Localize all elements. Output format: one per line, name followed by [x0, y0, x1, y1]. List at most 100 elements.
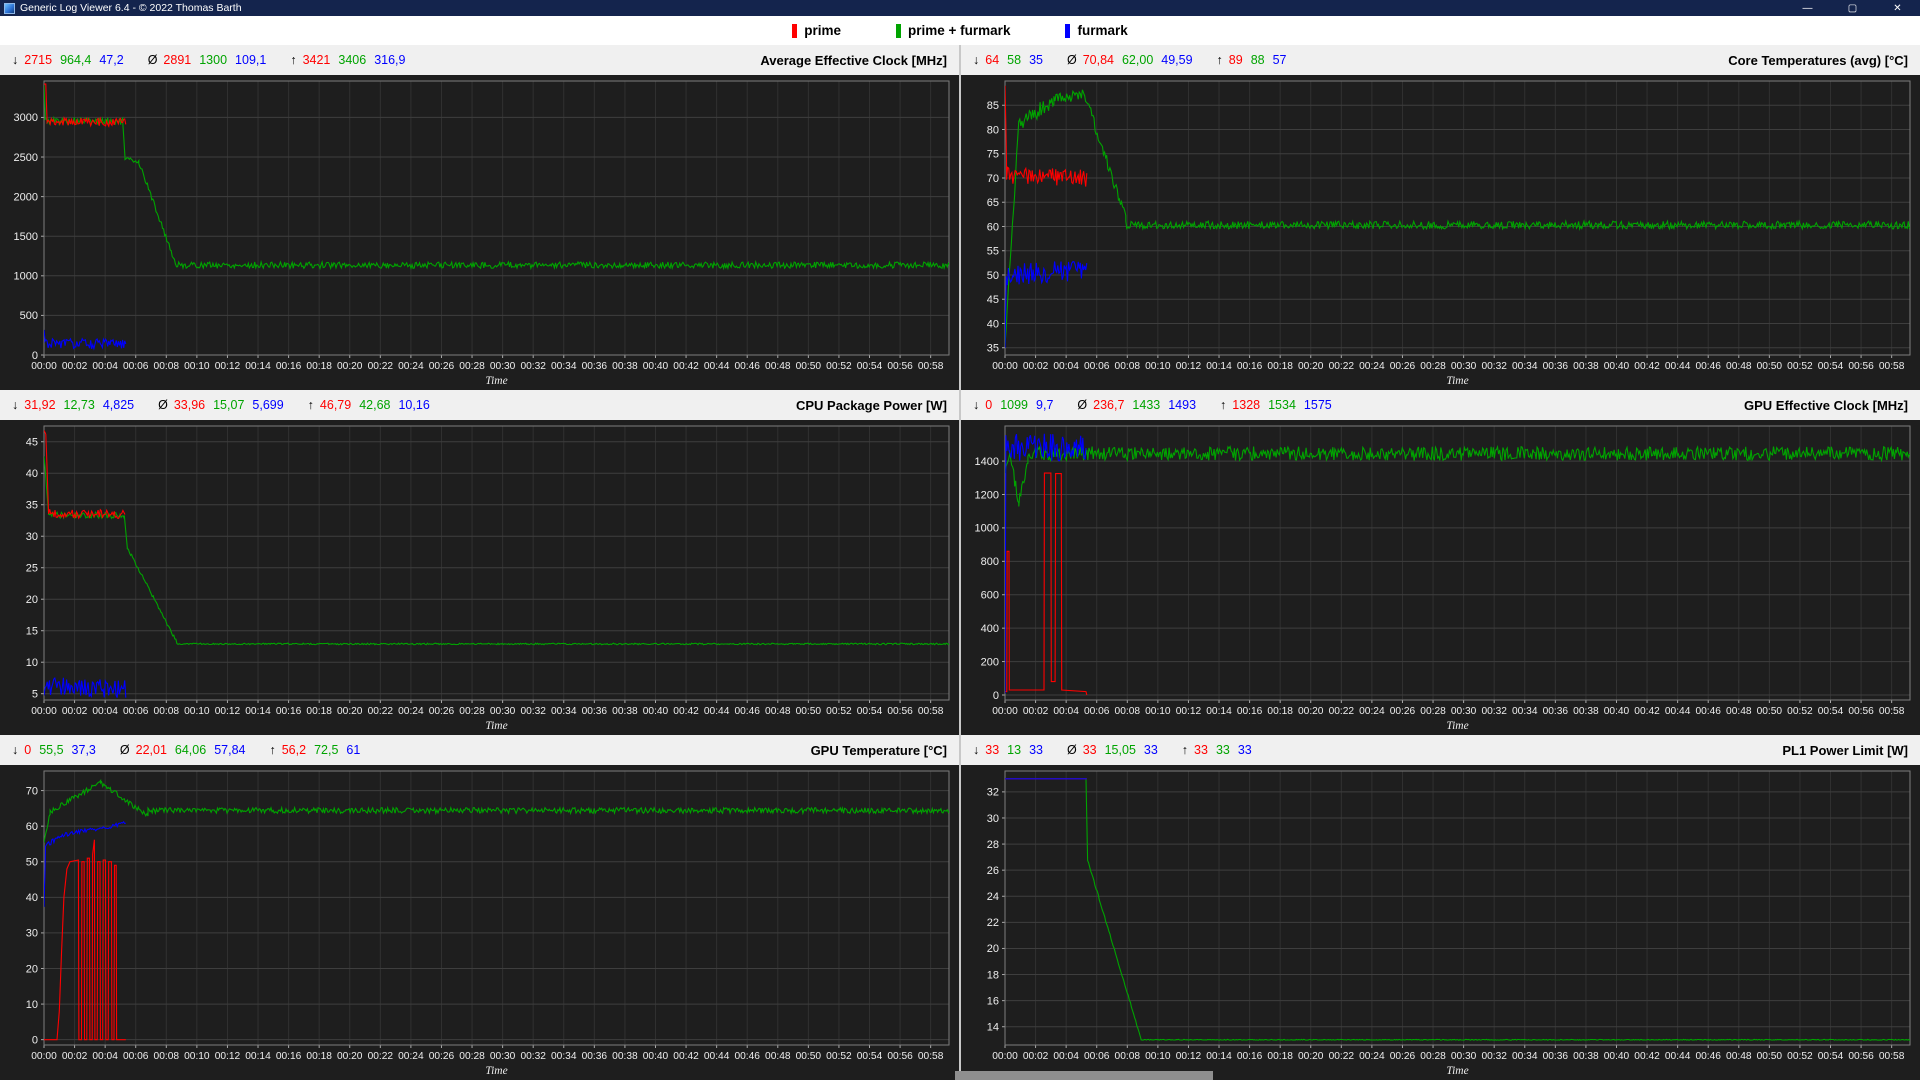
svg-text:00:08: 00:08 [1115, 706, 1141, 717]
svg-text:00:26: 00:26 [429, 361, 455, 372]
min-symbol: ↓ [12, 743, 18, 757]
stat-value: 72,5 [314, 743, 338, 757]
stat-value: 9,7 [1036, 398, 1053, 412]
svg-text:00:20: 00:20 [1298, 361, 1324, 372]
svg-text:00:00: 00:00 [31, 361, 57, 372]
chart-title: Core Temperatures (avg) [°C] [1728, 53, 1908, 68]
chart-panel-gpu-effective-clock: ↓ 0 1099 9,7 Ø 236,7 1433 1493 ↑ 1328 15… [961, 390, 1920, 735]
svg-text:00:18: 00:18 [1267, 706, 1293, 717]
svg-text:00:14: 00:14 [245, 1051, 271, 1062]
stat-value: 33 [1144, 743, 1158, 757]
svg-text:00:38: 00:38 [612, 1051, 638, 1062]
stat-value: 31,92 [24, 398, 55, 412]
chart-title: Average Effective Clock [MHz] [760, 53, 947, 68]
svg-text:45: 45 [26, 437, 38, 449]
stat-value: 35 [1029, 53, 1043, 67]
svg-text:00:34: 00:34 [551, 706, 577, 717]
svg-text:00:46: 00:46 [1695, 1051, 1721, 1062]
stat-value: 2715 [24, 53, 52, 67]
svg-text:00:06: 00:06 [1084, 361, 1110, 372]
svg-text:16: 16 [987, 995, 999, 1007]
svg-text:00:48: 00:48 [1726, 361, 1752, 372]
svg-text:00:32: 00:32 [1481, 706, 1507, 717]
svg-text:00:50: 00:50 [1757, 361, 1783, 372]
stat-value: 10,16 [398, 398, 429, 412]
taskbar-sliver [955, 1071, 1213, 1080]
legend-marker-icon [896, 24, 901, 38]
svg-text:00:38: 00:38 [612, 361, 638, 372]
svg-text:00:54: 00:54 [1818, 706, 1844, 717]
svg-text:00:44: 00:44 [704, 706, 730, 717]
svg-text:00:32: 00:32 [1481, 1051, 1507, 1062]
svg-text:00:04: 00:04 [92, 706, 118, 717]
chart-canvas: 00:0000:0200:0400:0600:0800:1000:1200:14… [0, 75, 959, 390]
svg-text:00:52: 00:52 [1787, 1051, 1813, 1062]
chart-plot[interactable]: 00:0000:0200:0400:0600:0800:1000:1200:14… [961, 75, 1920, 390]
stats-bar: ↓ 2715 964,4 47,2 Ø 2891 1300 109,1 ↑ 34… [12, 53, 413, 67]
svg-text:1000: 1000 [14, 271, 38, 283]
svg-text:00:56: 00:56 [1848, 1051, 1874, 1062]
svg-text:00:06: 00:06 [123, 1051, 149, 1062]
maximize-button[interactable]: ▢ [1830, 0, 1875, 16]
minimize-button[interactable]: — [1785, 0, 1830, 16]
svg-text:00:02: 00:02 [1023, 706, 1049, 717]
svg-text:00:00: 00:00 [992, 361, 1018, 372]
svg-text:00:28: 00:28 [459, 1051, 485, 1062]
stat-value: 964,4 [60, 53, 91, 67]
svg-text:22: 22 [987, 917, 999, 929]
svg-text:00:30: 00:30 [1451, 361, 1477, 372]
chart-plot[interactable]: 00:0000:0200:0400:0600:0800:1000:1200:14… [0, 765, 959, 1080]
svg-text:00:26: 00:26 [1390, 1051, 1416, 1062]
svg-text:00:20: 00:20 [1298, 1051, 1324, 1062]
svg-text:0: 0 [32, 350, 38, 362]
svg-text:00:08: 00:08 [154, 1051, 180, 1062]
svg-text:00:16: 00:16 [276, 1051, 302, 1062]
stat-value: 56,2 [282, 743, 306, 757]
avg-symbol: Ø [148, 53, 158, 67]
svg-text:00:58: 00:58 [918, 361, 944, 372]
svg-text:00:28: 00:28 [1420, 361, 1446, 372]
legend-item-furmark: furmark [1065, 23, 1127, 38]
svg-text:00:10: 00:10 [184, 706, 210, 717]
avg-symbol: Ø [1077, 398, 1087, 412]
chart-plot[interactable]: 00:0000:0200:0400:0600:0800:1000:1200:14… [0, 75, 959, 390]
svg-text:00:16: 00:16 [1237, 361, 1263, 372]
stat-value: 88 [1251, 53, 1265, 67]
svg-text:00:24: 00:24 [398, 1051, 424, 1062]
svg-text:00:24: 00:24 [398, 706, 424, 717]
svg-text:00:58: 00:58 [1879, 706, 1905, 717]
svg-text:0: 0 [32, 1034, 38, 1046]
chart-plot[interactable]: 00:0000:0200:0400:0600:0800:1000:1200:14… [961, 765, 1920, 1080]
svg-text:00:08: 00:08 [1115, 361, 1141, 372]
chart-plot[interactable]: 00:0000:0200:0400:0600:0800:1000:1200:14… [961, 420, 1920, 735]
svg-text:00:42: 00:42 [1634, 361, 1660, 372]
svg-text:00:10: 00:10 [1145, 1051, 1171, 1062]
svg-text:26: 26 [987, 865, 999, 877]
stats-bar: ↓ 33 13 33 Ø 33 15,05 33 ↑ 33 33 33 [973, 743, 1260, 757]
svg-text:00:36: 00:36 [582, 706, 608, 717]
stat-value: 33 [1083, 743, 1097, 757]
svg-text:5: 5 [32, 689, 38, 701]
svg-text:00:40: 00:40 [1604, 361, 1630, 372]
svg-text:00:36: 00:36 [1543, 361, 1569, 372]
stats-bar: ↓ 64 58 35 Ø 70,84 62,00 49,59 ↑ 89 88 5… [973, 53, 1295, 67]
close-button[interactable]: ✕ [1875, 0, 1920, 16]
svg-text:55: 55 [987, 246, 999, 258]
stat-value: 33 [1029, 743, 1043, 757]
svg-text:00:22: 00:22 [1329, 361, 1355, 372]
svg-text:00:14: 00:14 [245, 706, 271, 717]
svg-text:00:12: 00:12 [215, 361, 241, 372]
svg-text:00:12: 00:12 [1176, 1051, 1202, 1062]
svg-text:00:00: 00:00 [992, 1051, 1018, 1062]
stat-value: 109,1 [235, 53, 266, 67]
chart-plot[interactable]: 00:0000:0200:0400:0600:0800:1000:1200:14… [0, 420, 959, 735]
stat-value: 33 [985, 743, 999, 757]
stat-value: 64 [985, 53, 999, 67]
stat-value: 1328 [1232, 398, 1260, 412]
svg-text:Time: Time [485, 720, 507, 732]
svg-text:800: 800 [981, 556, 999, 568]
svg-text:00:50: 00:50 [796, 706, 822, 717]
svg-text:85: 85 [987, 100, 999, 112]
svg-text:20: 20 [987, 943, 999, 955]
svg-text:00:58: 00:58 [1879, 1051, 1905, 1062]
